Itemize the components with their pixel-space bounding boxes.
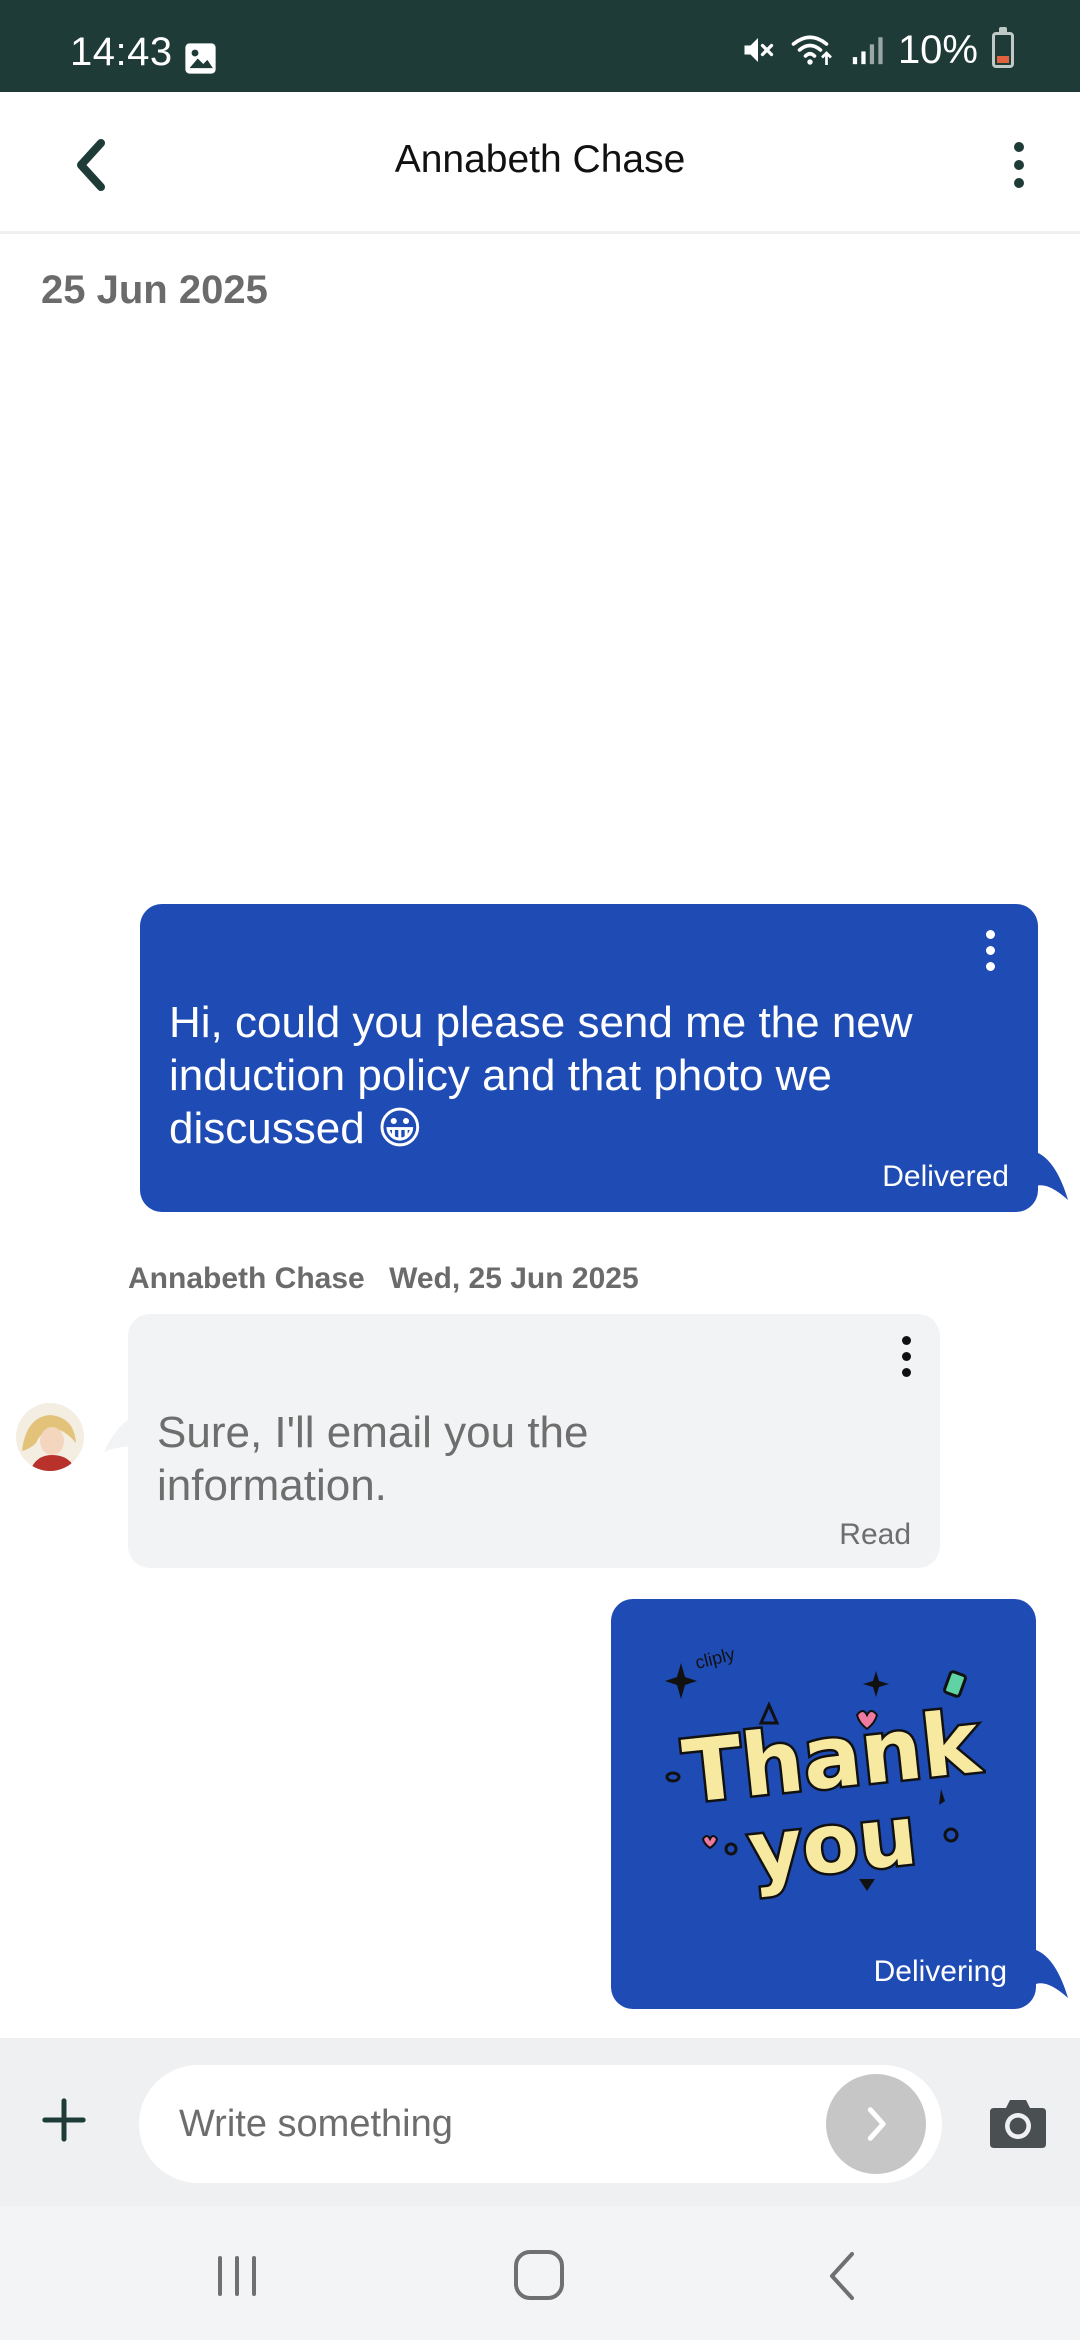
recent-apps-icon[interactable] xyxy=(214,2254,260,2298)
message-input[interactable] xyxy=(179,2093,799,2155)
sender-name: Annabeth Chase xyxy=(128,1262,365,1295)
status-time: 14:43 xyxy=(70,30,173,74)
battery-percent: 10% xyxy=(897,27,978,72)
message-status: Delivering xyxy=(873,1955,1007,1988)
avatar[interactable] xyxy=(16,1403,84,1471)
date-header: 25 Jun 2025 xyxy=(41,268,268,312)
sticker-line2: you xyxy=(744,1788,921,1900)
more-vertical-icon xyxy=(1014,142,1024,152)
status-indicators: 10% xyxy=(740,27,1014,72)
message-menu-button[interactable] xyxy=(970,922,1010,978)
add-attachment-button[interactable] xyxy=(32,2088,96,2152)
send-arrow-icon xyxy=(867,2107,886,2141)
message-status: Read xyxy=(839,1518,911,1551)
outgoing-sticker-message[interactable]: cliply Thank you Delivering xyxy=(611,1599,1036,2009)
message-timestamp: Wed, 25 Jun 2025 xyxy=(389,1262,639,1295)
outgoing-message[interactable]: Hi, could you please send me the new ind… xyxy=(140,904,1038,1212)
sticker-brand: cliply xyxy=(693,1649,737,1673)
message-input-container xyxy=(139,2065,942,2183)
sender-info: Annabeth Chase Wed, 25 Jun 2025 xyxy=(128,1262,639,1296)
app-bar: Annabeth Chase xyxy=(0,92,1080,234)
message-menu-button[interactable] xyxy=(886,1328,926,1384)
battery-icon xyxy=(992,27,1014,68)
wifi-icon xyxy=(791,35,832,65)
contact-name-title: Annabeth Chase xyxy=(394,138,686,181)
mute-icon xyxy=(744,38,774,62)
home-icon[interactable] xyxy=(514,2250,564,2300)
signal-icon xyxy=(852,37,883,65)
incoming-message[interactable]: Sure, I'll email you the information. Re… xyxy=(128,1314,940,1568)
message-text: Sure, I'll email you the information. xyxy=(157,1408,589,1510)
camera-icon[interactable] xyxy=(986,2092,1050,2152)
message-text: Hi, could you please send me the new ind… xyxy=(169,998,913,1153)
system-navigation-bar xyxy=(0,2206,1080,2340)
image-notification-icon xyxy=(185,43,216,74)
plus-icon xyxy=(42,2098,86,2142)
status-bar: 14:43 10% xyxy=(0,0,1080,92)
more-options-button[interactable] xyxy=(984,130,1054,200)
message-status: Delivered xyxy=(882,1160,1009,1193)
bubble-tail xyxy=(1036,1152,1068,1200)
avatar-image xyxy=(16,1403,84,1471)
bubble-tail xyxy=(1036,1950,1068,1998)
message-composer xyxy=(0,2038,1080,2206)
thank-you-sticker: cliply Thank you xyxy=(665,1649,986,1903)
send-button[interactable] xyxy=(826,2074,926,2174)
nav-back-icon[interactable] xyxy=(822,2250,862,2302)
